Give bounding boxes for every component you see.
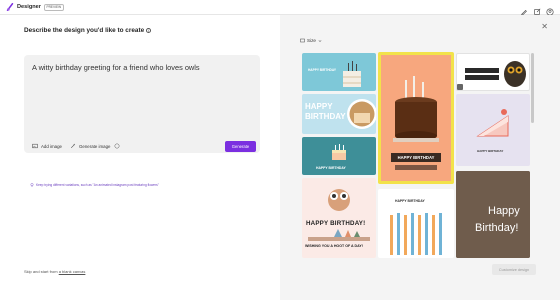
pen-icon[interactable]: [520, 3, 528, 16]
account-icon[interactable]: [546, 3, 554, 16]
card-title: HAPPY BIRTHDAY: [477, 149, 504, 153]
card-title: HAPPY BIRTHDAY: [316, 166, 346, 170]
add-image-label: Add image: [41, 143, 62, 149]
idea-suggestion: Keep trying different variations, such a…: [30, 183, 159, 187]
owl-image: [328, 189, 350, 211]
prompt-heading: Describe the design you'd like to create…: [24, 27, 152, 34]
cake-illustration: [332, 144, 346, 160]
prompt-input-value[interactable]: A witty birthday greeting for a friend w…: [32, 63, 200, 72]
info-icon[interactable]: i: [146, 28, 152, 33]
add-image-button[interactable]: Add image: [32, 140, 62, 152]
designer-logo-icon: [6, 3, 14, 11]
candles-illustration: [390, 213, 442, 255]
design-card-1[interactable]: HAPPY BIRTHDAY: [302, 53, 376, 91]
image-icon: [32, 143, 38, 149]
share-icon[interactable]: [533, 3, 541, 15]
chocolate-cake-image: [393, 76, 439, 142]
skip-text: Skip and start from a blank canvas: [24, 269, 85, 274]
wand-icon: [70, 143, 76, 149]
design-card-3[interactable]: HAPPY BIRTHDAY: [302, 137, 376, 175]
owl-photo: [504, 61, 526, 87]
close-icon[interactable]: ✕: [541, 22, 548, 31]
party-hats: [308, 229, 370, 241]
design-card-7[interactable]: HAPPY BIRTHDAY! WISHING YOU A HOOT OF A …: [456, 53, 530, 91]
card-title-line1: HAPPY: [305, 102, 333, 111]
preview-badge: PREVIEW: [43, 3, 64, 11]
designs-scrollbar[interactable]: [531, 53, 534, 123]
card-title-bar-2: WISHING YOU A HOOT OF A DAY!: [465, 75, 499, 80]
customize-design-button[interactable]: Customize design: [492, 264, 536, 275]
idea-suggestion-text: Keep trying different variations, such a…: [36, 183, 159, 187]
design-card-8[interactable]: HAPPY BIRTHDAY: [456, 94, 530, 166]
card-title-line2: Birthday!: [475, 222, 519, 234]
prompt-toolbar: Add image Generate image Generate: [24, 140, 260, 152]
card-title-line1: Happy: [488, 205, 520, 217]
cake-photo: [347, 99, 376, 129]
generate-button[interactable]: Generate: [225, 141, 256, 152]
card-title: HAPPY BIRTHDAY!: [306, 220, 366, 227]
prompt-input[interactable]: A witty birthday greeting for a friend w…: [24, 55, 260, 187]
card-title-bar-1: HAPPY BIRTHDAY!: [465, 68, 499, 73]
cake-slice-illustration: [476, 109, 509, 137]
cake-image: [343, 61, 361, 87]
chevron-down-icon: [318, 39, 322, 42]
design-card-5-selected[interactable]: HAPPY BIRTHDAY: [378, 52, 454, 184]
size-dropdown-label: Size: [307, 38, 316, 43]
card-title: HAPPY BIRTHDAY: [395, 199, 425, 203]
edit-card-icon[interactable]: [457, 84, 463, 90]
lightbulb-icon: [30, 183, 34, 187]
card-title: HAPPY BIRTHDAY: [308, 68, 336, 72]
blank-canvas-link[interactable]: a blank canvas: [59, 269, 86, 274]
generate-image-button[interactable]: Generate image: [70, 140, 120, 152]
prompt-heading-text: Describe the design you'd like to create: [24, 27, 145, 34]
skip-prefix: Skip and start from: [24, 269, 58, 274]
card-subtitle: WISHING YOU A HOOT OF A DAY!: [305, 244, 363, 248]
info-icon[interactable]: [114, 143, 120, 149]
generate-image-label: Generate image: [79, 143, 111, 149]
title-bar: Designer PREVIEW: [0, 0, 560, 16]
design-card-4[interactable]: HAPPY BIRTHDAY! WISHING YOU A HOOT OF A …: [302, 178, 376, 258]
design-card-9[interactable]: Happy Birthday!: [456, 171, 530, 258]
card-subtitle: [395, 165, 437, 170]
resize-icon: [300, 38, 305, 43]
card-title-banner: HAPPY BIRTHDAY: [391, 153, 441, 162]
size-dropdown[interactable]: Size: [300, 38, 322, 43]
design-card-6[interactable]: HAPPY BIRTHDAY: [378, 189, 454, 258]
card-title-line2: BIRTHDAY: [305, 112, 346, 121]
app-title: Designer: [17, 4, 41, 10]
design-card-2[interactable]: HAPPY BIRTHDAY: [302, 94, 376, 134]
